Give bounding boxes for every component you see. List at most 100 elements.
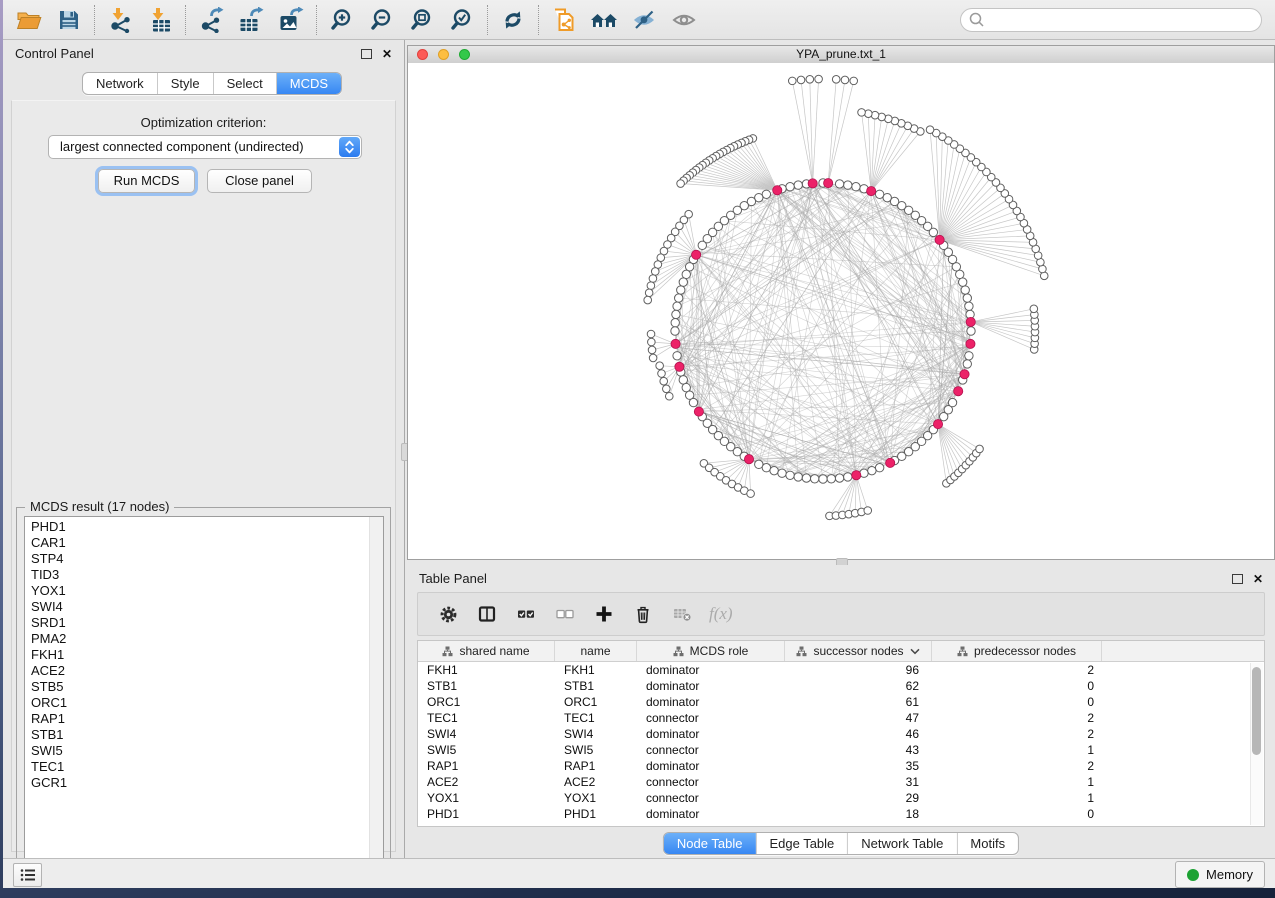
mcds-result-item[interactable]: YOX1 (25, 583, 383, 599)
satellite-node[interactable] (645, 289, 653, 297)
satellite-node[interactable] (656, 362, 664, 370)
network-node[interactable] (794, 181, 802, 189)
dominator-node[interactable] (675, 362, 684, 371)
tab-edge-table[interactable]: Edge Table (755, 833, 847, 854)
table-row[interactable]: FKH1FKH1dominator962 (418, 662, 1264, 678)
network-node[interactable] (965, 302, 973, 310)
dominator-node[interactable] (966, 317, 975, 326)
table-row[interactable]: TEC1TEC1connector472 (418, 710, 1264, 726)
window-maximize-traffic-light[interactable] (459, 49, 470, 60)
satellite-node[interactable] (832, 76, 840, 84)
table-row[interactable]: STB1STB1dominator620 (418, 678, 1264, 694)
network-node[interactable] (875, 190, 883, 198)
window-close-traffic-light[interactable] (417, 49, 428, 60)
import-network-icon[interactable] (100, 3, 140, 37)
network-node[interactable] (671, 327, 679, 335)
network-node[interactable] (875, 464, 883, 472)
tab-motifs[interactable]: Motifs (956, 833, 1018, 854)
zoom-fit-icon[interactable] (402, 3, 442, 37)
tab-node-table[interactable]: Node Table (664, 833, 756, 854)
network-node[interactable] (689, 398, 697, 406)
network-window-titlebar[interactable]: YPA_prune.txt_1 (408, 46, 1274, 64)
add-column-icon[interactable] (592, 602, 616, 626)
dominator-node[interactable] (933, 420, 942, 429)
mcds-result-list[interactable]: PHD1CAR1STP4TID3YOX1SWI4SRD1PMA2FKH1ACE2… (24, 516, 384, 874)
network-node[interactable] (673, 352, 681, 360)
network-node[interactable] (802, 474, 810, 482)
dominator-node[interactable] (935, 235, 944, 244)
network-node[interactable] (961, 286, 969, 294)
column-header-name[interactable]: name (555, 641, 637, 661)
save-session-icon[interactable] (49, 3, 89, 37)
network-node[interactable] (679, 376, 687, 384)
network-canvas[interactable] (408, 63, 1274, 559)
table-row[interactable]: ACE2ACE2connector311 (418, 774, 1264, 790)
mcds-result-item[interactable]: ORC1 (25, 695, 383, 711)
satellite-node[interactable] (649, 275, 657, 283)
mcds-result-item[interactable]: TID3 (25, 567, 383, 583)
close-panel-icon[interactable]: ✕ (382, 48, 392, 60)
satellite-node[interactable] (648, 338, 656, 346)
column-header-successor-nodes[interactable]: successor nodes (785, 641, 932, 661)
network-node[interactable] (965, 352, 973, 360)
satellite-node[interactable] (1030, 305, 1038, 313)
mcds-result-item[interactable]: PMA2 (25, 631, 383, 647)
network-node[interactable] (963, 360, 971, 368)
satellite-node[interactable] (648, 346, 656, 354)
mcds-result-item[interactable]: STB5 (25, 679, 383, 695)
satellite-node[interactable] (649, 354, 657, 362)
zoom-in-icon[interactable] (322, 3, 362, 37)
dominator-node[interactable] (824, 178, 833, 187)
float-panel-icon[interactable] (361, 49, 372, 59)
table-row[interactable]: SWI4SWI4dominator462 (418, 726, 1264, 742)
dominator-node[interactable] (773, 186, 782, 195)
hide-panels-eye-icon[interactable] (624, 3, 664, 37)
mcds-result-item[interactable]: CAR1 (25, 535, 383, 551)
dominator-node[interactable] (960, 370, 969, 379)
refresh-layout-icon[interactable] (493, 3, 533, 37)
table-row[interactable]: PHD1PHD1dominator180 (418, 806, 1264, 822)
network-node[interactable] (963, 294, 971, 302)
satellite-node[interactable] (651, 268, 659, 276)
network-node[interactable] (819, 475, 827, 483)
mcds-result-item[interactable]: SWI4 (25, 599, 383, 615)
show-eye-icon[interactable] (664, 3, 704, 37)
zoom-selected-icon[interactable] (442, 3, 482, 37)
network-node[interactable] (671, 319, 679, 327)
dominator-node[interactable] (966, 339, 975, 348)
dominator-node[interactable] (671, 339, 680, 348)
network-node[interactable] (698, 241, 706, 249)
network-node[interactable] (786, 183, 794, 191)
network-node[interactable] (852, 183, 860, 191)
mcds-result-item[interactable]: RAP1 (25, 711, 383, 727)
mcds-result-item[interactable]: SRD1 (25, 615, 383, 631)
dominator-node[interactable] (954, 387, 963, 396)
network-node[interactable] (827, 475, 835, 483)
dominator-node[interactable] (808, 179, 817, 188)
open-file-icon[interactable] (9, 3, 49, 37)
mcds-result-item[interactable]: TEC1 (25, 759, 383, 775)
dominator-node[interactable] (694, 407, 703, 416)
satellite-node[interactable] (858, 109, 866, 117)
satellite-node[interactable] (644, 296, 652, 304)
mcds-result-item[interactable]: FKH1 (25, 647, 383, 663)
table-row[interactable]: SWI5SWI5connector431 (418, 742, 1264, 758)
search-input[interactable] (985, 11, 1254, 28)
network-node[interactable] (948, 398, 956, 406)
satellite-node[interactable] (815, 75, 823, 83)
network-node[interactable] (844, 181, 852, 189)
satellite-node[interactable] (865, 110, 873, 118)
satellite-node[interactable] (658, 370, 666, 378)
network-node[interactable] (835, 180, 843, 188)
satellite-node[interactable] (665, 392, 673, 400)
network-node[interactable] (673, 302, 681, 310)
mcds-result-item[interactable]: ACE2 (25, 663, 383, 679)
tab-style[interactable]: Style (157, 73, 213, 94)
search-field[interactable] (960, 8, 1262, 32)
satellite-node[interactable] (797, 76, 805, 84)
tab-select[interactable]: Select (213, 73, 276, 94)
dominator-node[interactable] (852, 471, 861, 480)
delete-columns-trash-icon[interactable] (631, 602, 655, 626)
table-row[interactable]: RAP1RAP1dominator352 (418, 758, 1264, 774)
dominator-node[interactable] (867, 186, 876, 195)
